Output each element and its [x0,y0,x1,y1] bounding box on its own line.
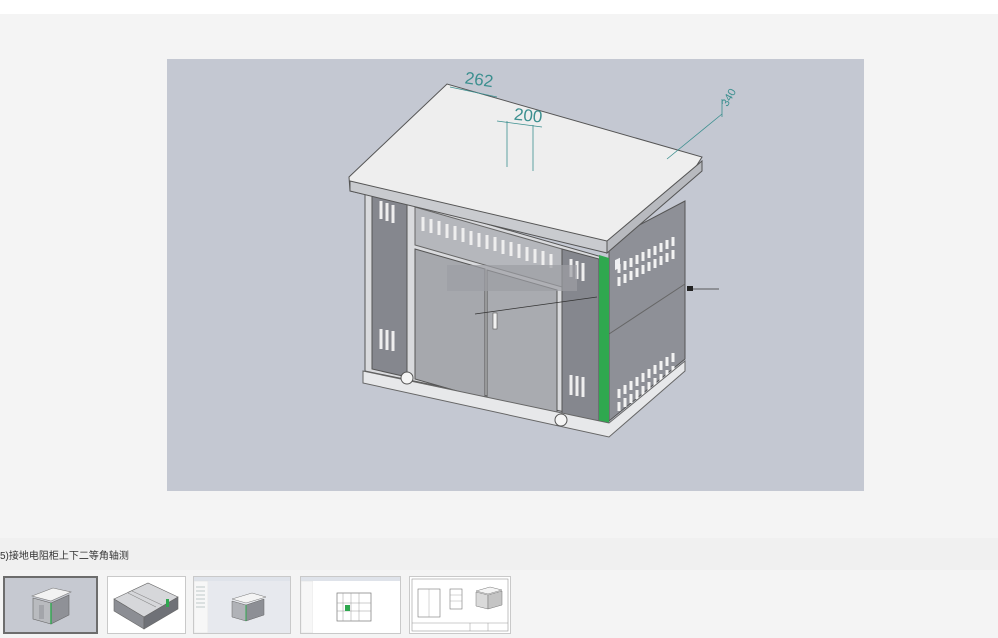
cad-window-cabinet-thumbnail-icon [194,577,290,633]
thumbnail-5[interactable] [409,576,511,634]
thumbnail-1[interactable] [3,576,98,634]
cabinet-underside-thumbnail-icon [113,582,179,630]
cabinet-model-illustration: 262 200 340 [348,68,739,438]
thumbnail-4[interactable] [300,576,401,634]
cad-window-interior-thumbnail-icon [301,577,400,633]
thumbnail-strip [0,570,998,638]
main-image[interactable]: 262 200 340 [167,59,864,491]
image-caption: 5)接地电阻柜上下二等角轴测 [0,551,129,562]
dimension-200: 200 [513,105,543,127]
thumbnail-2[interactable] [107,576,186,634]
top-strip [0,0,998,14]
image-viewer: 262 200 340 [0,14,998,538]
dimension-262: 262 [464,68,495,91]
dimension-340: 340 [719,87,739,109]
drawing-sheet-thumbnail-icon [411,578,509,632]
cabinet-isometric-thumbnail-icon [31,587,72,625]
caption-bar: 5)接地电阻柜上下二等角轴测 [0,538,998,570]
thumbnail-3[interactable] [193,576,291,634]
